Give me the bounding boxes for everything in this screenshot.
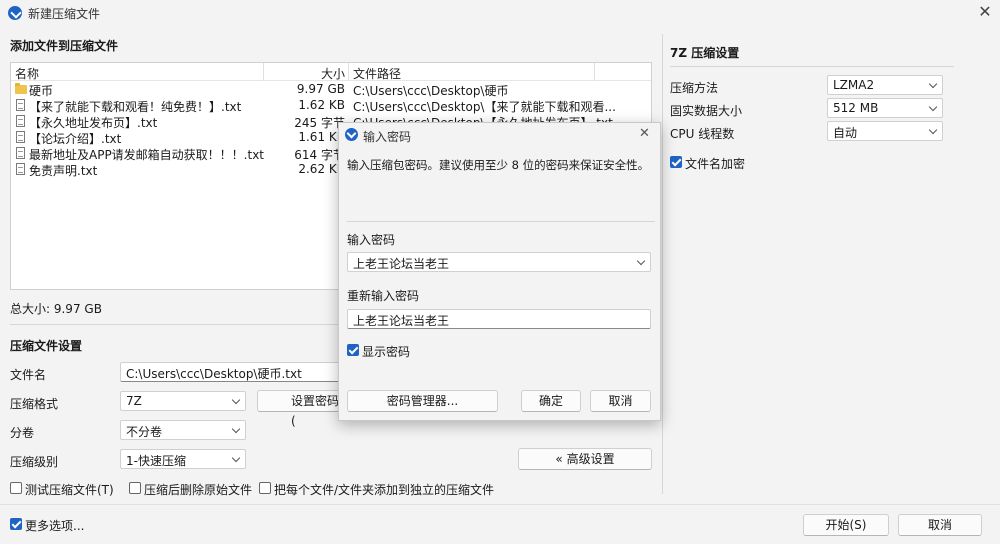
total-size: 总大小: 9.97 GB xyxy=(10,302,102,316)
volume-label: 分卷 xyxy=(10,426,35,440)
window-title: 新建压缩文件 xyxy=(28,7,101,21)
add-files-heading: 添加文件到压缩文件 xyxy=(10,39,119,53)
text-file-icon xyxy=(16,163,25,175)
chevron-down-icon xyxy=(636,256,646,266)
chevron-down-icon xyxy=(928,125,938,135)
file-list-header: 名称 大小 文件路径 xyxy=(11,63,651,81)
volume-select[interactable]: 不分卷 xyxy=(120,420,246,440)
method-select[interactable]: LZMA2 xyxy=(827,75,943,95)
divider xyxy=(670,66,954,67)
separate-archives-label: 把每个文件/文件夹添加到独立的压缩文件 xyxy=(274,483,495,497)
column-header-size[interactable]: 大小 xyxy=(321,65,345,82)
text-file-icon xyxy=(16,99,25,111)
chevron-down-icon xyxy=(231,453,241,463)
compress-settings-heading: 压缩文件设置 xyxy=(10,339,83,353)
level-label: 压缩级别 xyxy=(10,455,59,469)
filename-input[interactable]: C:\Users\ccc\Desktop\硬币.txt xyxy=(120,362,340,382)
test-archive-checkbox[interactable] xyxy=(10,482,22,494)
volume-select-value: 不分卷 xyxy=(126,425,163,439)
seven-z-heading: 7Z 压缩设置 xyxy=(670,46,740,60)
cpu-threads-label: CPU 线程数 xyxy=(670,127,735,141)
text-file-icon xyxy=(16,115,25,127)
password-manager-button[interactable]: 密码管理器... xyxy=(347,390,498,412)
chevron-down-icon xyxy=(231,395,241,405)
format-label: 压缩格式 xyxy=(10,397,59,411)
start-button[interactable]: 开始(S) xyxy=(803,514,889,536)
chevron-down-icon xyxy=(231,424,241,434)
window-close-icon[interactable]: ✕ xyxy=(974,2,996,22)
list-item[interactable]: 硬币 9.97 GB C:\Users\ccc\Desktop\硬币 xyxy=(11,81,651,98)
title-bar xyxy=(0,0,1000,26)
level-select[interactable]: 1-快速压缩 xyxy=(120,449,246,469)
dialog-close-icon[interactable]: ✕ xyxy=(639,126,650,141)
dialog-app-icon xyxy=(345,128,358,141)
footer-divider xyxy=(0,504,1000,505)
password-input[interactable]: 上老王论坛当老王 xyxy=(347,252,651,272)
method-select-value: LZMA2 xyxy=(833,78,875,92)
dialog-instruction: 输入压缩包密码。建议使用至少 8 位的密码来保证安全性。 xyxy=(347,158,650,172)
dialog-cancel-button[interactable]: 取消 xyxy=(590,390,651,412)
cpu-threads-select[interactable]: 自动 xyxy=(827,121,943,141)
column-header-path[interactable]: 文件路径 xyxy=(353,65,401,82)
more-options-checkbox[interactable] xyxy=(10,518,22,530)
file-size: 9.97 GB xyxy=(296,82,345,96)
format-select-value: 7Z xyxy=(126,394,142,408)
solid-size-select[interactable]: 512 MB xyxy=(827,98,943,118)
file-name: 免责声明.txt xyxy=(29,164,98,178)
solid-size-label: 固实数据大小 xyxy=(670,104,743,118)
cancel-button[interactable]: 取消 xyxy=(898,514,982,536)
text-file-icon xyxy=(16,131,25,143)
file-size: 1.62 KB xyxy=(298,98,345,112)
solid-size-select-value: 512 MB xyxy=(833,101,879,115)
set-password-button[interactable]: 设置密码( xyxy=(257,390,341,428)
dialog-divider xyxy=(347,221,655,222)
app-logo-icon xyxy=(8,6,22,20)
password-input-value: 上老王论坛当老王 xyxy=(353,257,450,271)
advanced-settings-button[interactable]: « 高级设置 xyxy=(518,448,652,470)
level-select-value: 1-快速压缩 xyxy=(126,454,186,468)
dialog-ok-button[interactable]: 确定 xyxy=(521,390,581,412)
cpu-threads-select-value: 自动 xyxy=(833,126,858,140)
filename-label: 文件名 xyxy=(10,368,47,382)
repeat-password-input[interactable]: 上老王论坛当老王 xyxy=(347,309,651,329)
column-header-name[interactable]: 名称 xyxy=(15,65,39,82)
repeat-password-label: 重新输入密码 xyxy=(347,289,420,303)
password-label: 输入密码 xyxy=(347,233,396,247)
list-item[interactable]: 【来了就能下载和观看！纯免费！】.txt 1.62 KB C:\Users\cc… xyxy=(11,97,651,114)
delete-source-label: 压缩后删除原始文件 xyxy=(144,483,253,497)
encrypt-filenames-label: 文件名加密 xyxy=(685,157,746,171)
chevron-down-icon xyxy=(928,102,938,112)
format-select[interactable]: 7Z xyxy=(120,391,246,411)
chevron-down-icon xyxy=(928,79,938,89)
separate-archives-checkbox[interactable] xyxy=(259,482,271,494)
method-label: 压缩方法 xyxy=(670,81,719,95)
encrypt-filenames-checkbox[interactable] xyxy=(670,156,682,168)
password-dialog: 输入密码 ✕ 输入压缩包密码。建议使用至少 8 位的密码来保证安全性。 输入密码… xyxy=(338,122,661,421)
delete-source-checkbox[interactable] xyxy=(129,482,141,494)
test-archive-label: 测试压缩文件(T) xyxy=(25,483,114,497)
show-password-label: 显示密码 xyxy=(362,345,411,359)
show-password-checkbox[interactable] xyxy=(347,344,359,356)
dialog-title: 输入密码 xyxy=(363,130,412,144)
more-options-label: 更多选项... xyxy=(25,519,85,533)
folder-icon xyxy=(15,83,27,94)
text-file-icon xyxy=(16,147,25,159)
